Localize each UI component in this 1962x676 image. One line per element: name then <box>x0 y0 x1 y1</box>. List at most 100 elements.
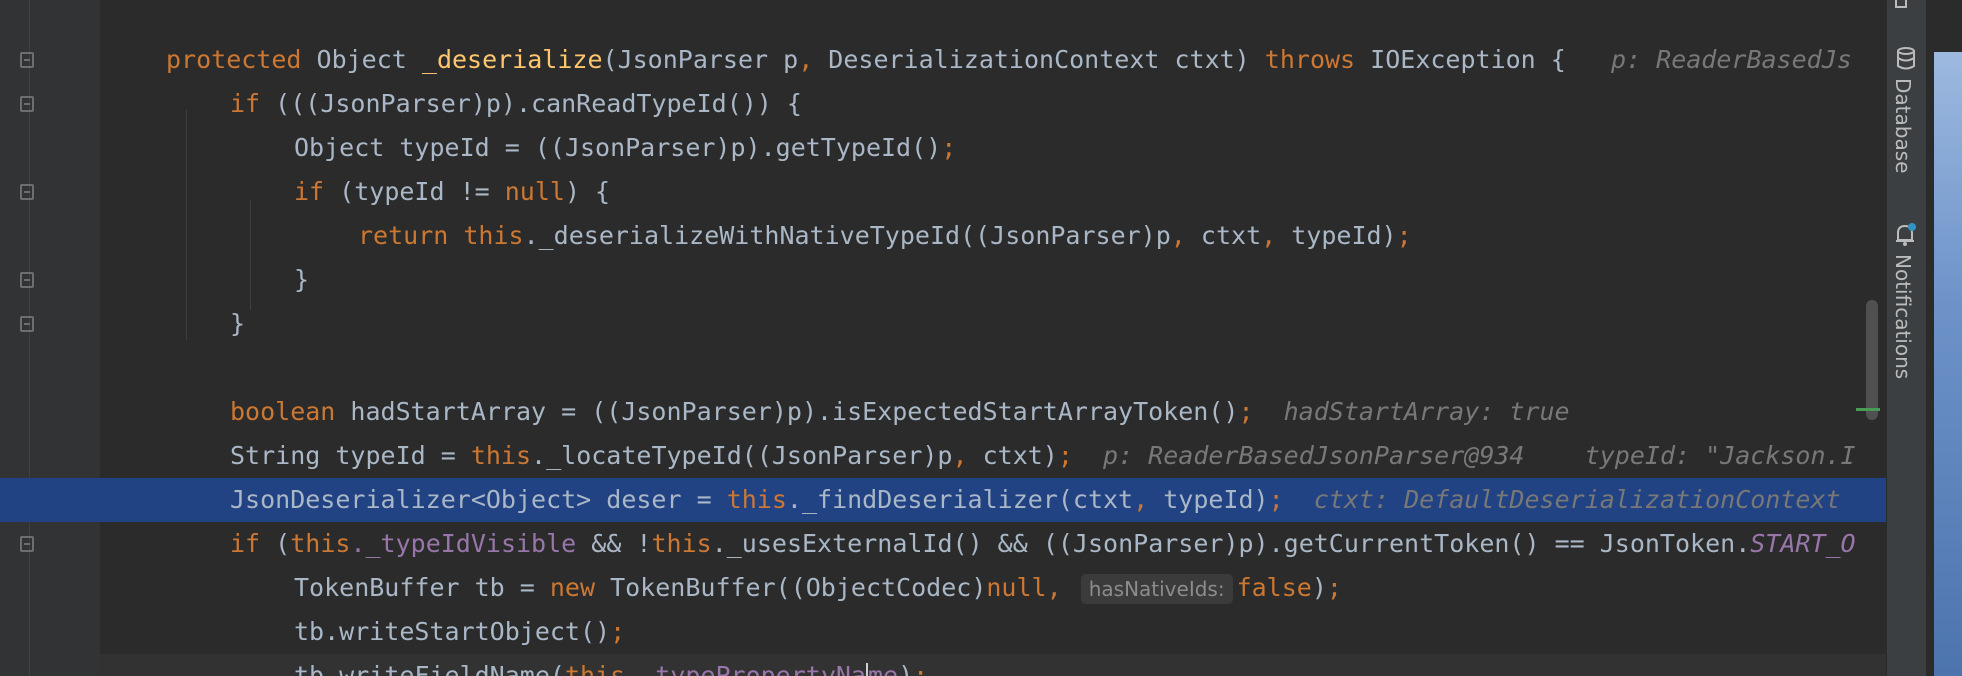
database-icon <box>1897 47 1915 70</box>
field-name: me <box>867 661 899 676</box>
code-text: ._findDeserializer(ctxt <box>786 485 1134 514</box>
parameter-hint: hasNativeIds: <box>1080 574 1233 604</box>
punct: , <box>1261 221 1277 250</box>
tool-window-icon[interactable] <box>1895 0 1907 8</box>
field-name: ._typeIdVisible <box>350 529 577 558</box>
debug-inline-value: ctxt: DefaultDeserializationContext <box>1313 485 1841 514</box>
keyword: if <box>230 529 261 558</box>
constant-name: START_O <box>1750 529 1856 558</box>
code-text: (JsonParser p <box>602 45 799 74</box>
code-text: Object <box>301 45 422 74</box>
code-text: ._usesExternalId() && ((JsonParser)p).ge… <box>711 529 1751 558</box>
current-line[interactable]: tb.writeFieldName(this._typePropertyName… <box>100 654 1886 676</box>
keyword: if <box>294 177 325 206</box>
fold-icon[interactable] <box>20 536 34 552</box>
execution-point-line[interactable]: JsonDeserializer<Object> deser = this._f… <box>100 478 1886 522</box>
fold-icon[interactable] <box>20 96 34 112</box>
code-text: } <box>230 309 246 338</box>
code-text: (((JsonParser)p).canReadTypeId()) { <box>260 89 802 118</box>
keyword: boolean <box>230 397 336 426</box>
code-text: ctxt) <box>967 441 1058 470</box>
punct: ; <box>610 617 626 646</box>
code-text: ctxt <box>1185 221 1262 250</box>
code-text: } <box>294 265 310 294</box>
notifications-tab[interactable]: Notifications <box>1887 220 1927 400</box>
code-line[interactable]: String typeId = this._locateTypeId((Json… <box>100 434 1886 478</box>
code-text: ( <box>260 529 291 558</box>
code-line[interactable]: boolean hadStartArray = ((JsonParser)p).… <box>100 390 1886 434</box>
keyword: throws <box>1264 45 1356 74</box>
punct: ; <box>1238 397 1254 426</box>
scroll-marker <box>1856 408 1880 411</box>
keyword: this <box>290 529 351 558</box>
punct: ; <box>913 661 929 676</box>
code-line[interactable]: tb.writeStartObject(); <box>100 610 1886 654</box>
code-text: && ! <box>576 529 652 558</box>
keyword: false <box>1236 573 1312 602</box>
keyword: return <box>358 221 449 250</box>
punct: , <box>1170 221 1186 250</box>
keyword: this <box>470 441 532 470</box>
code-text: typeId) <box>1148 485 1269 514</box>
code-line[interactable]: if (((JsonParser)p).canReadTypeId()) { <box>100 82 1886 126</box>
punct: ; <box>1326 573 1342 602</box>
vertical-scrollbar[interactable] <box>1866 300 1878 420</box>
punct: , <box>1046 573 1062 602</box>
field-name: ._typePropertyNa <box>625 661 866 676</box>
code-text: (typeId != <box>324 177 505 206</box>
right-tool-window-bar: Database Notifications <box>1886 0 1927 676</box>
code-text: ._deserializeWithNativeTypeId((JsonParse… <box>523 221 1171 250</box>
code-text: JsonDeserializer<Object> deser = <box>230 485 727 514</box>
debug-inline-value: p: ReaderBasedJsonParser@934 <box>1103 441 1525 470</box>
punct: , <box>952 441 968 470</box>
fold-icon[interactable] <box>20 272 34 288</box>
debug-inline-value: hadStartArray: true <box>1283 397 1570 426</box>
debug-inline-value: typeId: "Jackson.I <box>1584 441 1856 470</box>
debug-inline-value: p: ReaderBasedJs <box>1610 45 1852 74</box>
code-line[interactable]: if (typeId != null) { <box>100 170 1886 214</box>
code-text: Object typeId = ((JsonParser)p).getTypeI… <box>294 133 942 162</box>
code-line[interactable]: } <box>100 258 1886 302</box>
code-line[interactable]: return this._deserializeWithNativeTypeId… <box>100 214 1886 258</box>
punct: ; <box>941 133 957 162</box>
code-line[interactable]: TokenBuffer tb = new TokenBuffer((Object… <box>100 566 1886 610</box>
punct: , <box>798 45 814 74</box>
code-line[interactable]: protected Object _deserialize(JsonParser… <box>100 38 1886 82</box>
code-text: TokenBuffer((ObjectCodec) <box>595 573 987 602</box>
punct: ; <box>1057 441 1073 470</box>
punct: , <box>1133 485 1149 514</box>
code-line[interactable]: if (this._typeIdVisible && !this._usesEx… <box>100 522 1886 566</box>
keyword: this <box>564 661 626 676</box>
code-text: DeserializationContext ctxt) <box>813 45 1265 74</box>
code-text: ._locateTypeId((JsonParser)p <box>531 441 953 470</box>
punct: ; <box>1268 485 1284 514</box>
keyword: this <box>726 485 787 514</box>
code-line[interactable]: } <box>100 302 1886 346</box>
fold-icon[interactable] <box>20 184 34 200</box>
code-text: IOException { <box>1355 45 1566 74</box>
bell-icon <box>1896 223 1916 246</box>
code-text: tb.writeStartObject() <box>294 617 611 646</box>
database-tab[interactable]: Database <box>1887 44 1927 184</box>
code-text: ) <box>1311 573 1327 602</box>
gutter-current-line <box>0 478 100 522</box>
code-text: String typeId = <box>230 441 471 470</box>
method-name: _deserialize <box>421 45 603 74</box>
keyword: protected <box>166 45 302 74</box>
fold-icon[interactable] <box>20 316 34 332</box>
fold-icon[interactable] <box>20 52 34 68</box>
background-window-strip <box>1934 52 1962 676</box>
code-line[interactable]: Object typeId = ((JsonParser)p).getTypeI… <box>100 126 1886 170</box>
database-tab-label: Database <box>1891 78 1915 174</box>
code-text: TokenBuffer tb = <box>294 573 550 602</box>
editor-gutter <box>0 0 100 676</box>
code-text: tb.writeFieldName( <box>294 661 565 676</box>
keyword: this <box>448 221 524 250</box>
code-text: ) { <box>564 177 611 206</box>
code-editor[interactable]: protected Object _deserialize(JsonParser… <box>100 0 1886 676</box>
notifications-tab-label: Notifications <box>1891 254 1915 380</box>
code-text: typeId) <box>1276 221 1397 250</box>
keyword: this <box>651 529 712 558</box>
code-text: ) <box>898 661 914 676</box>
keyword: null <box>504 177 565 206</box>
